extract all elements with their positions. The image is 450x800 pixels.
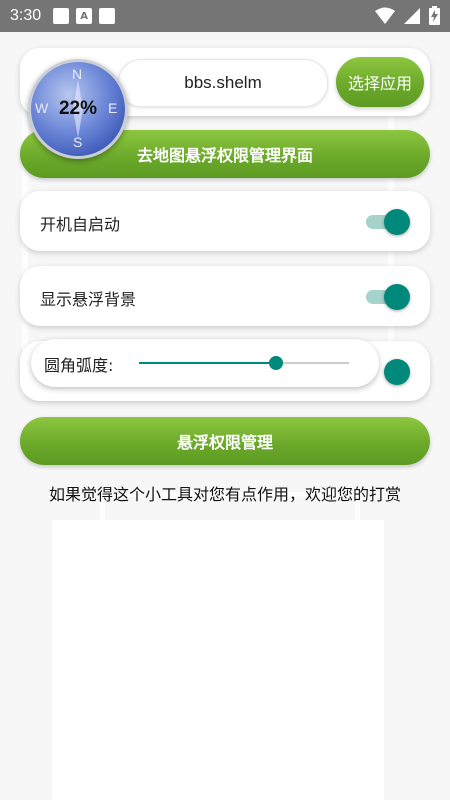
autostart-card: 开机自启动 — [20, 191, 430, 251]
floating-compass-widget[interactable]: N E S W 22% — [28, 59, 128, 159]
signal-icon — [404, 7, 420, 24]
notification-square-icon — [99, 8, 116, 24]
status-time: 3:30 — [10, 7, 42, 24]
notification-icons: A — [53, 8, 116, 24]
float-permission-button[interactable]: 悬浮权限管理 — [20, 417, 430, 465]
corner-radius-panel: 圆角弧度: — [31, 339, 379, 387]
show-background-label: 显示悬浮背景 — [40, 290, 137, 309]
show-background-switch[interactable] — [366, 282, 410, 310]
switch-thumb — [384, 359, 410, 385]
donation-qr-area — [52, 520, 384, 800]
slider-thumb[interactable] — [268, 356, 283, 370]
switch-thumb — [384, 284, 410, 310]
switch-thumb — [384, 209, 410, 235]
show-background-card: 显示悬浮背景 — [20, 266, 430, 326]
wifi-icon — [375, 7, 395, 24]
status-bar: 3:30 A — [0, 0, 450, 32]
a-notification-icon: A — [76, 8, 93, 24]
corner-radius-slider[interactable] — [139, 356, 349, 370]
autostart-label: 开机自启动 — [40, 215, 121, 234]
system-icons — [375, 6, 440, 25]
notification-square-icon — [53, 8, 70, 24]
corner-radius-label: 圆角弧度: — [44, 356, 114, 375]
choose-app-button[interactable]: 选择应用 — [336, 57, 424, 107]
donation-message: 如果觉得这个小工具对您有点作用，欢迎您的打赏 — [48, 485, 401, 504]
package-name-field[interactable]: bbs.shelm — [118, 59, 328, 107]
battery-charging-icon — [429, 6, 440, 25]
main-content: bbs.shelm 选择应用 去地图悬浮权限管理界面 开机自启动 显示悬浮背景 … — [0, 32, 450, 800]
autostart-switch[interactable] — [366, 207, 410, 235]
slider-fill — [139, 362, 276, 364]
compass-percent: 22% — [58, 98, 98, 119]
